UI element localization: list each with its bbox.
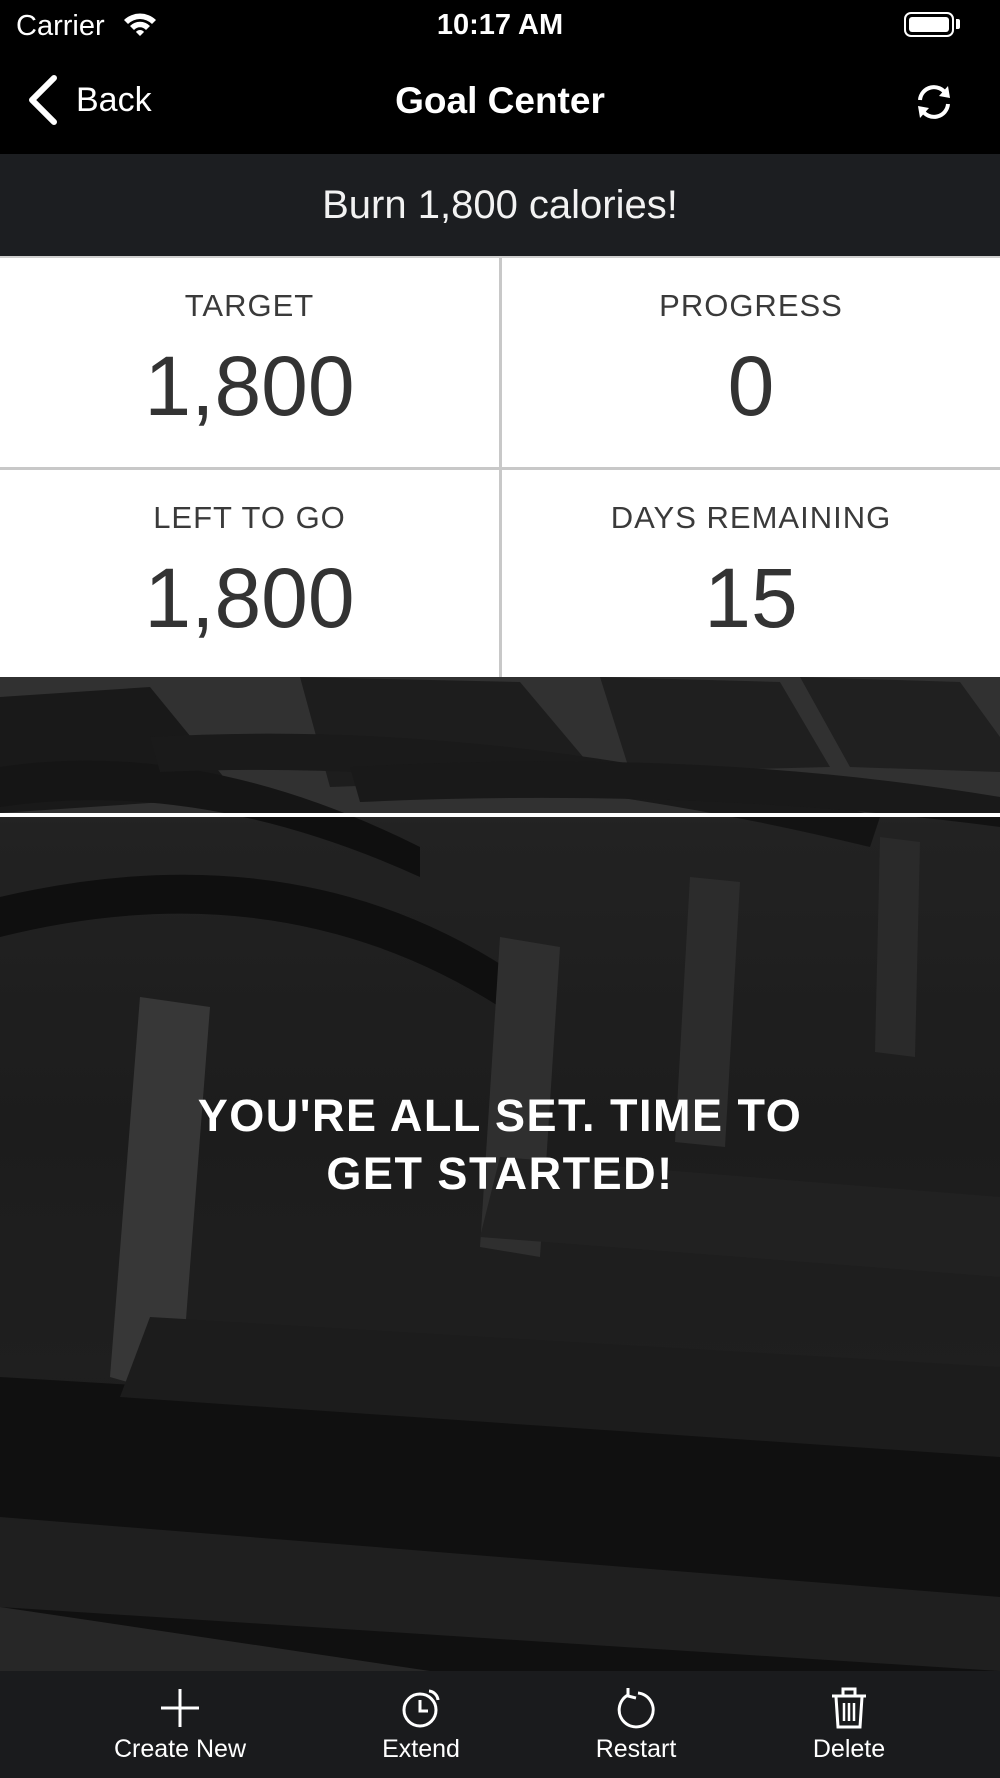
- message-line-2: GET STARTED!: [326, 1148, 674, 1199]
- back-label: Back: [76, 80, 152, 119]
- stat-days-label: DAYS REMAINING: [610, 500, 892, 535]
- stat-days-value: 15: [704, 551, 798, 645]
- message-line-1: YOU'RE ALL SET. TIME TO: [197, 1090, 803, 1141]
- action-tab-bar: Create New Extend Restart Delete: [0, 1671, 1000, 1778]
- stats-grid: TARGET 1,800 PROGRESS 0 LEFT TO GO 1,800…: [0, 256, 1000, 677]
- chevron-left-icon: [29, 75, 57, 125]
- create-new-label: Create New: [114, 1735, 246, 1763]
- back-button[interactable]: Back: [26, 72, 152, 128]
- trash-icon: [832, 1687, 866, 1729]
- goal-headline: Burn 1,800 calories!: [322, 182, 678, 227]
- stat-progress: PROGRESS 0: [502, 258, 1000, 467]
- refresh-icon[interactable]: [912, 80, 956, 124]
- goal-banner: Burn 1,800 calories!: [0, 154, 1000, 256]
- status-bar: Carrier 10:17 AM: [0, 0, 1000, 50]
- extend-label: Extend: [382, 1735, 460, 1763]
- restart-label: Restart: [595, 1735, 677, 1763]
- stat-target: TARGET 1,800: [0, 258, 499, 467]
- restart-icon: [617, 1688, 655, 1729]
- delete-label: Delete: [812, 1735, 886, 1763]
- create-new-button[interactable]: Create New: [80, 1671, 280, 1778]
- plus-icon: [161, 1689, 199, 1727]
- extend-button[interactable]: Extend: [321, 1671, 521, 1778]
- timer-icon: [402, 1689, 440, 1728]
- restart-button[interactable]: Restart: [536, 1671, 736, 1778]
- clock: 10:17 AM: [436, 9, 564, 41]
- stat-target-label: TARGET: [184, 288, 315, 323]
- delete-button[interactable]: Delete: [749, 1671, 949, 1778]
- stat-left-value: 1,800: [144, 551, 355, 645]
- stat-left-to-go: LEFT TO GO 1,800: [0, 470, 499, 677]
- stat-progress-value: 0: [727, 339, 775, 433]
- stat-target-value: 1,800: [144, 339, 355, 433]
- navigation-bar: Back Goal Center: [0, 50, 1000, 154]
- motivation-message: YOU'RE ALL SET. TIME TO GET STARTED!: [0, 1087, 1000, 1203]
- stat-progress-label: PROGRESS: [659, 288, 843, 323]
- battery-icon: [904, 12, 954, 37]
- stat-days-remaining: DAYS REMAINING 15: [502, 470, 1000, 677]
- background-photo: YOU'RE ALL SET. TIME TO GET STARTED!: [0, 677, 1000, 1671]
- battery-cap: [956, 19, 960, 29]
- stat-left-label: LEFT TO GO: [153, 500, 346, 535]
- photo-divider: [0, 813, 1000, 817]
